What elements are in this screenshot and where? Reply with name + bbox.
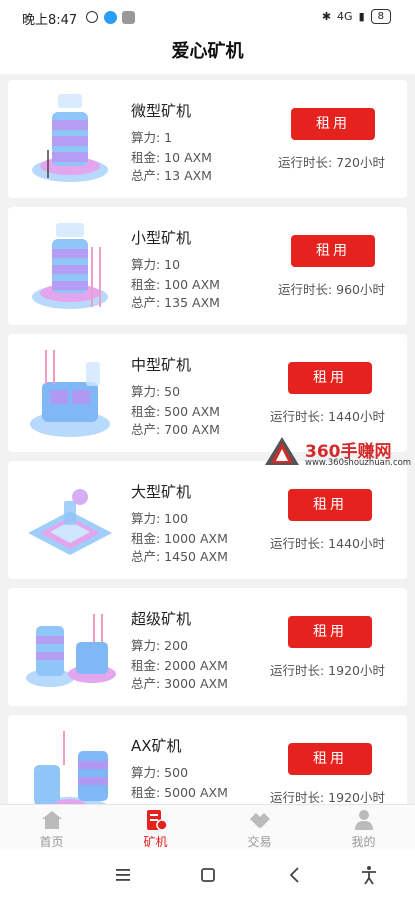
miner-rent: 租金: 10 AXM xyxy=(131,150,212,165)
miner-total: 总产: 1450 AXM xyxy=(131,549,228,564)
miner-name: 小型矿机 xyxy=(131,229,192,247)
miner-card-small: 小型矿机 算力: 10 租金: 100 AXM 总产: 135 AXM 租用 运… xyxy=(8,207,407,325)
miner-total: 总产: 13 AXM xyxy=(131,168,212,183)
rent-button[interactable]: 租用 xyxy=(291,235,375,267)
micro-miner-illustration-icon xyxy=(32,94,108,182)
battery-indicator: 8 xyxy=(370,9,391,24)
miner-card-super: 超级矿机 算力: 200 租金: 2000 AXM 总产: 3000 AXM 租… xyxy=(8,588,407,706)
network-label: 4G xyxy=(337,10,353,23)
miner-duration: 运行时长: 1440小时 xyxy=(270,409,385,424)
watermark: 360手赚网 www.360shouzhuan.com xyxy=(263,433,413,469)
rent-button[interactable]: 租用 xyxy=(288,362,372,394)
signal-icon: ▮ xyxy=(358,10,365,23)
miner-rent: 租金: 5000 AXM xyxy=(131,785,228,800)
miner-card-large: 大型矿机 算力: 100 租金: 1000 AXM 总产: 1450 AXM 租… xyxy=(8,461,407,579)
miner-duration: 运行时长: 720小时 xyxy=(277,155,385,170)
miner-rent: 租金: 1000 AXM xyxy=(131,531,228,546)
miner-duration: 运行时长: 1440小时 xyxy=(270,536,385,551)
watermark-logo-icon xyxy=(265,437,299,465)
miner-power: 算力: 100 xyxy=(131,511,189,526)
medium-miner-illustration-icon xyxy=(30,350,110,437)
miner-name: AX矿机 xyxy=(131,737,182,755)
rent-button[interactable]: 租用 xyxy=(288,616,372,648)
super-miner-illustration-icon xyxy=(26,614,116,687)
miner-power: 算力: 1 xyxy=(131,130,173,145)
miner-rent: 租金: 100 AXM xyxy=(131,277,220,292)
watermark-url: www.360shouzhuan.com xyxy=(305,458,412,468)
miner-name: 超级矿机 xyxy=(131,610,192,628)
miner-total: 总产: 700 AXM xyxy=(131,422,220,437)
small-miner-illustration-icon xyxy=(32,223,108,309)
rent-button[interactable]: 租用 xyxy=(288,743,372,775)
miner-rent: 租金: 2000 AXM xyxy=(131,658,228,673)
accessibility-icon[interactable] xyxy=(358,864,380,886)
handshake-icon xyxy=(250,813,270,828)
miner-duration: 运行时长: 960小时 xyxy=(277,282,385,297)
miner-total: 总产: 135 AXM xyxy=(131,295,220,310)
miner-name: 中型矿机 xyxy=(131,356,192,374)
tab-miner[interactable]: 矿机 xyxy=(104,805,207,851)
tab-label: 我的 xyxy=(351,835,376,849)
rent-button[interactable]: 租用 xyxy=(291,108,375,140)
home-icon xyxy=(42,811,62,829)
page-title: 爱心矿机 xyxy=(0,34,415,74)
miner-name: 大型矿机 xyxy=(131,483,192,501)
miner-name: 微型矿机 xyxy=(131,102,192,120)
miner-total: 总产: 3000 AXM xyxy=(131,676,228,691)
tab-label: 首页 xyxy=(39,835,64,849)
app-notification-icon xyxy=(104,11,117,24)
miner-card-micro: 微型矿机 算力: 1 租金: 10 AXM 总产: 13 AXM 租用 运行时长… xyxy=(8,80,407,198)
miner-power: 算力: 500 xyxy=(131,765,189,780)
tab-home[interactable]: 首页 xyxy=(0,805,103,851)
tab-trade[interactable]: 交易 xyxy=(208,805,311,851)
status-bar: 晚上8:47 ✱ 4G ▮ 8 xyxy=(0,0,415,34)
miner-rent: 租金: 500 AXM xyxy=(131,404,220,419)
download-icon xyxy=(122,11,135,24)
large-miner-illustration-icon xyxy=(28,489,112,555)
miner-icon xyxy=(147,810,168,831)
user-icon xyxy=(355,810,373,830)
system-nav-bar xyxy=(0,850,415,900)
miner-power: 算力: 10 xyxy=(131,257,181,272)
tab-label: 交易 xyxy=(247,835,272,849)
home-square-icon[interactable] xyxy=(197,864,219,886)
back-icon[interactable] xyxy=(284,864,306,886)
bottom-tab-bar: 首页 矿机 交易 我的 xyxy=(0,804,415,851)
bluetooth-icon: ✱ xyxy=(321,10,332,23)
alarm-icon xyxy=(86,11,98,23)
rent-button[interactable]: 租用 xyxy=(288,489,372,521)
status-time: 晚上8:47 xyxy=(22,13,78,28)
miner-power: 算力: 50 xyxy=(131,384,181,399)
tab-label: 矿机 xyxy=(143,835,168,849)
menu-icon[interactable] xyxy=(112,864,134,886)
miner-power: 算力: 200 xyxy=(131,638,189,653)
miner-duration: 运行时长: 1920小时 xyxy=(270,663,385,678)
tab-profile[interactable]: 我的 xyxy=(312,805,415,851)
